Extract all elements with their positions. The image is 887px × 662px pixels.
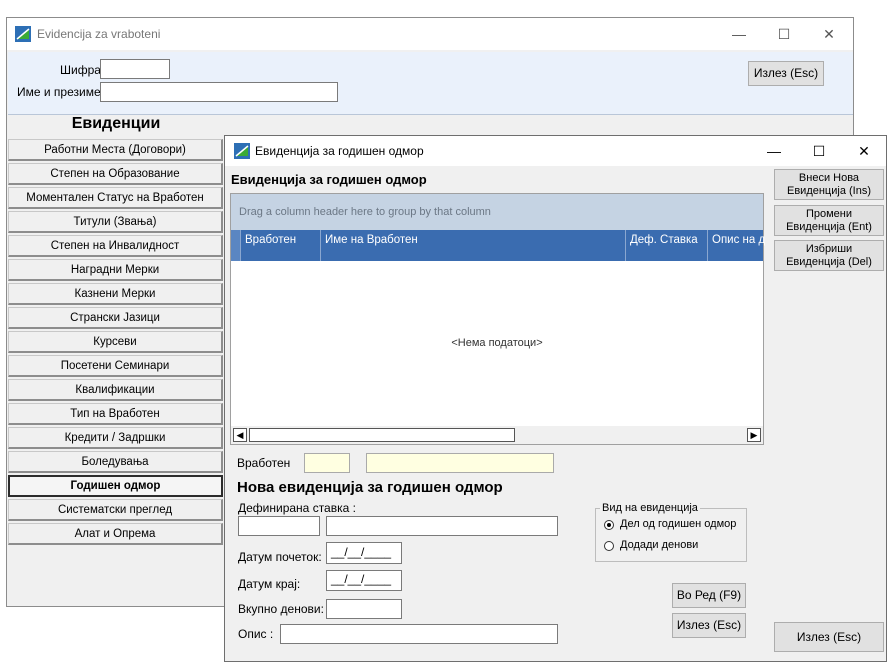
radio-part-of-leave[interactable] — [604, 520, 614, 530]
close-button[interactable]: ✕ — [806, 18, 852, 50]
scroll-right-button[interactable]: ▶ — [747, 428, 761, 442]
dialog-exit-button[interactable]: Излез (Esc) — [774, 622, 884, 652]
start-date-label: Датум почеток: — [238, 550, 322, 564]
code-input[interactable] — [100, 59, 170, 79]
nav-item[interactable]: Тип на Вработен — [8, 403, 223, 425]
nav-item[interactable]: Странски Јазици — [8, 307, 223, 329]
employee-name-input[interactable] — [366, 453, 554, 473]
description-label: Опис : — [238, 627, 274, 641]
main-window-title: Evidencija za vraboteni — [37, 27, 161, 41]
group-by-panel[interactable]: Drag a column header here to group by th… — [231, 194, 763, 230]
description-input[interactable] — [280, 624, 558, 644]
nav-item[interactable]: Степен на Инвалидност — [8, 235, 223, 257]
delete-record-button[interactable]: Избриши Евиденција (Del) — [774, 240, 884, 271]
dialog-close-button[interactable]: ✕ — [841, 136, 887, 166]
total-days-input[interactable] — [326, 599, 402, 619]
close-icon: ✕ — [858, 142, 870, 159]
nav-heading: Евиденции — [71, 115, 161, 132]
arrow-left-icon: ◀ — [236, 430, 244, 440]
end-date-input[interactable]: __/__/____ — [326, 570, 402, 591]
column-header-employee[interactable]: Вработен — [241, 230, 321, 261]
dialog-maximize-button[interactable]: ☐ — [796, 136, 842, 166]
option-add-days-label[interactable]: Додади денови — [620, 539, 698, 551]
start-date-input[interactable]: __/__/____ — [326, 542, 402, 564]
maximize-button[interactable]: ☐ — [761, 18, 807, 50]
nav-item[interactable]: Титули (Звања) — [8, 211, 223, 233]
code-label: Шифра: — [60, 63, 105, 77]
nav-item[interactable]: Наградни Мерки — [8, 259, 223, 281]
nav-item[interactable]: Систематски преглед — [8, 499, 223, 521]
minimize-button[interactable]: — — [716, 18, 762, 50]
total-days-label: Вкупно денови: — [238, 602, 324, 616]
column-header-employee-name[interactable]: Име на Вработен — [321, 230, 626, 261]
nav-item[interactable]: Степен на Образование — [8, 163, 223, 185]
minimize-icon: — — [732, 26, 746, 42]
employee-label: Вработен — [237, 456, 291, 470]
record-type-group — [595, 508, 747, 562]
nav-item[interactable]: Боледувања — [8, 451, 223, 473]
close-icon: ✕ — [823, 25, 835, 42]
insert-record-button[interactable]: Внеси Нова Евиденција (Ins) — [774, 169, 884, 200]
name-label: Име и презиме: — [17, 85, 104, 99]
nav-item[interactable]: Кредити / Задршки — [8, 427, 223, 449]
minimize-icon: — — [767, 143, 781, 159]
defined-item-code-input[interactable] — [238, 516, 320, 536]
search-panel: Шифра: Име и презиме: Излез (Esc) — [8, 52, 853, 115]
nav-item[interactable]: Квалификации — [8, 379, 223, 401]
dialog-heading: Евиденција за годишен одмор — [231, 172, 427, 187]
nav-item[interactable]: Годишен одмор — [8, 475, 223, 497]
record-type-legend: Вид на евиденција — [600, 502, 700, 514]
radio-add-days[interactable] — [604, 541, 614, 551]
edit-record-button[interactable]: Промени Евиденција (Ent) — [774, 205, 884, 236]
defined-item-label: Дефинирана ставка : — [238, 501, 356, 515]
column-header-description[interactable]: Опис на де — [708, 230, 765, 261]
nav-item[interactable]: Моментален Статус на Вработен — [8, 187, 223, 209]
option-part-of-leave-label[interactable]: Дел од годишен одмор — [620, 518, 736, 530]
new-record-heading: Нова евиденција за годишен одмор — [237, 479, 503, 496]
scroll-left-button[interactable]: ◀ — [233, 428, 247, 442]
ok-button[interactable]: Во Ред (F9) — [672, 583, 746, 608]
records-grid[interactable]: Drag a column header here to group by th… — [230, 193, 765, 445]
grid-empty-message: <Нема податоци> — [451, 337, 543, 349]
nav-item[interactable]: Работни Места (Договори) — [8, 139, 223, 161]
defined-item-name-input[interactable] — [326, 516, 558, 536]
dialog-minimize-button[interactable]: — — [751, 136, 797, 166]
end-date-label: Датум крај: — [238, 577, 301, 591]
form-exit-button[interactable]: Излез (Esc) — [672, 613, 746, 638]
annual-leave-dialog: Евиденција за годишен одмор — ☐ ✕ Евиден… — [224, 135, 887, 662]
employee-code-input[interactable] — [304, 453, 350, 473]
column-header-defined-item[interactable]: Деф. Ставка — [626, 230, 708, 261]
arrow-right-icon: ▶ — [750, 430, 758, 440]
nav-item[interactable]: Посетени Семинари — [8, 355, 223, 377]
scroll-thumb[interactable] — [249, 428, 515, 442]
name-input[interactable] — [100, 82, 338, 102]
grid-header: Вработен Име на Вработен Деф. Ставка Опи… — [231, 230, 765, 261]
dialog-window-title: Евиденција за годишен одмор — [255, 144, 424, 158]
grid-horizontal-scrollbar[interactable]: ◀ ▶ — [231, 426, 763, 444]
nav-item[interactable]: Алат и Опрема — [8, 523, 223, 545]
main-exit-button[interactable]: Излез (Esc) — [748, 61, 824, 86]
app-logo-icon — [15, 26, 31, 42]
nav-item[interactable]: Казнени Мерки — [8, 283, 223, 305]
maximize-icon: ☐ — [777, 25, 791, 42]
dialog-title-bar[interactable]: Евиденција за годишен одмор — ☐ ✕ — [225, 136, 886, 166]
nav-item[interactable]: Курсеви — [8, 331, 223, 353]
row-indicator-header[interactable] — [231, 230, 241, 261]
maximize-icon: ☐ — [812, 142, 826, 159]
main-title-bar[interactable]: Evidencija za vraboteni — ☐ ✕ — [7, 18, 853, 50]
app-logo-icon — [234, 143, 250, 159]
